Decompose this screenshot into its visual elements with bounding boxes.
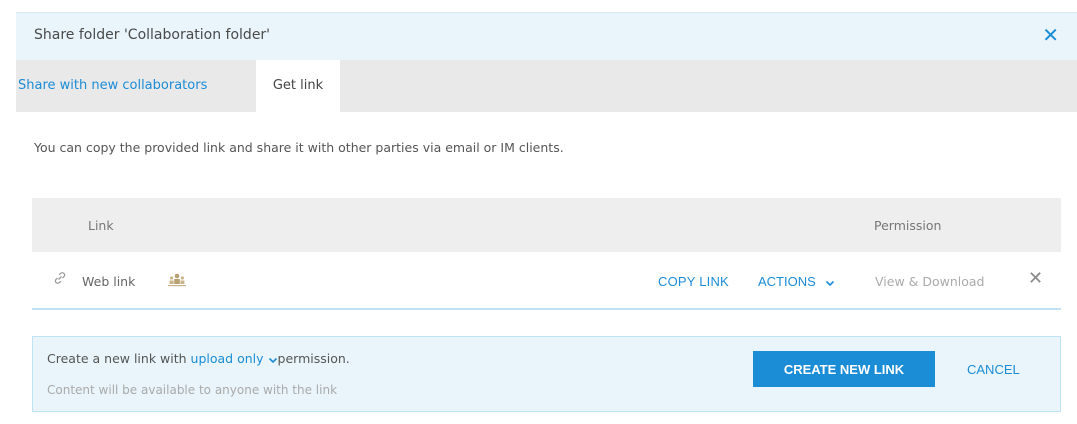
web-link-label: Web link [82,274,136,289]
link-icon [54,272,66,284]
create-link-panel: Create a new link with upload only permi… [32,336,1061,412]
tab-share-with-new-collaborators[interactable]: Share with new collaborators [16,60,256,112]
create-prompt-suffix: permission. [277,351,350,366]
create-prompt-prefix: Create a new link with [47,351,187,366]
permission-value: View & Download [875,274,985,289]
tab-bar: Share with new collaborators Get link [16,60,1077,112]
create-link-note: Content will be available to anyone with… [47,383,338,397]
dialog-header: Share folder 'Collaboration folder' ✕ [16,12,1077,60]
create-link-prompt: Create a new link with upload only permi… [47,351,350,366]
column-header-link: Link [88,218,114,233]
actions-label: ACTIONS [758,274,816,289]
permission-option-label: upload only [190,351,264,366]
cancel-button[interactable]: CANCEL [967,362,1020,377]
people-icon [168,273,186,287]
create-new-link-button[interactable]: CREATE NEW LINK [753,351,935,387]
share-folder-dialog: Share folder 'Collaboration folder' ✕ Sh… [16,12,1077,424]
remove-link-icon[interactable]: ✕ [1028,268,1043,289]
chevron-down-icon [826,280,835,286]
copy-link-button[interactable]: COPY LINK [658,274,729,289]
description-text: You can copy the provided link and share… [34,140,564,155]
links-table-header: Link Permission [32,198,1061,252]
column-header-permission: Permission [874,218,942,233]
dialog-title: Share folder 'Collaboration folder' [34,27,271,43]
tab-get-link[interactable]: Get link [256,60,340,112]
close-icon[interactable]: ✕ [1042,23,1059,47]
chevron-down-icon [268,357,277,363]
actions-dropdown[interactable]: ACTIONS [758,274,835,289]
table-row: Web link COPY LINK ACTIONS View & Downlo… [32,252,1061,310]
permission-option-dropdown[interactable]: upload only [191,351,278,366]
